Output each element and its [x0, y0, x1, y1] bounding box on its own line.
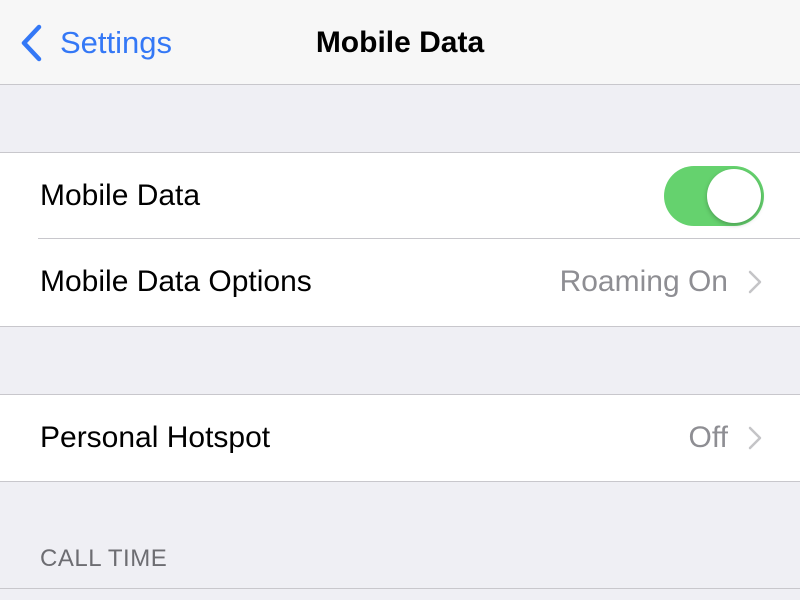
hotspot-group: Personal Hotspot Off [0, 394, 800, 482]
page-title: Mobile Data [315, 26, 485, 59]
chevron-right-icon [748, 270, 762, 294]
personal-hotspot-value: Off [688, 421, 728, 454]
mobile-data-label: Mobile Data [40, 179, 201, 212]
chevron-right-icon [748, 426, 762, 450]
toggle-knob [707, 169, 761, 223]
mobile-data-options-row[interactable]: Mobile Data Options Roaming On [0, 239, 800, 325]
personal-hotspot-row[interactable]: Personal Hotspot Off [0, 395, 800, 481]
section-divider [0, 588, 800, 589]
mobile-data-toggle[interactable] [664, 166, 764, 226]
mobile-data-options-value: Roaming On [559, 265, 728, 298]
mobile-data-options-label: Mobile Data Options [40, 265, 312, 298]
mobile-data-group: Mobile Data Mobile Data Options Roaming … [0, 152, 800, 327]
navigation-bar: Settings Mobile Data [0, 0, 800, 85]
personal-hotspot-label: Personal Hotspot [40, 421, 271, 454]
mobile-data-row: Mobile Data [0, 153, 800, 239]
call-time-section-header: CALL TIME [40, 545, 168, 572]
